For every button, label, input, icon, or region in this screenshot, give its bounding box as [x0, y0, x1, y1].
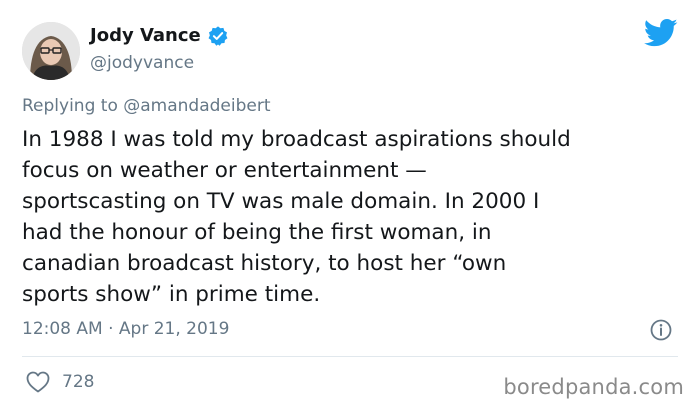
watermark: boredpanda.com [503, 375, 684, 399]
info-icon[interactable] [649, 318, 673, 342]
divider [22, 356, 678, 357]
reply-prefix: Replying to [22, 96, 118, 116]
reply-mention-link[interactable]: @amandadeibert [123, 96, 270, 116]
verified-badge-icon [207, 25, 229, 47]
avatar-image [22, 22, 80, 80]
reply-context: Replying to @amandadeibert [22, 95, 271, 117]
author-handle[interactable]: @jodyvance [90, 52, 194, 74]
tweet-timestamp[interactable]: 12:08 AM · Apr 21, 2019 [22, 318, 229, 340]
author-name[interactable]: Jody Vance [90, 24, 201, 48]
twitter-bird-icon[interactable] [643, 18, 678, 48]
author-name-row: Jody Vance [90, 24, 229, 48]
avatar[interactable] [22, 22, 80, 80]
like-button[interactable]: 728 [26, 371, 94, 393]
tweet-text: In 1988 I was told my broadcast aspirati… [22, 127, 571, 307]
tweet-card: Jody Vance @jodyvance Replying to @amand… [0, 0, 700, 410]
like-count: 728 [62, 372, 95, 392]
heart-icon [26, 371, 50, 393]
